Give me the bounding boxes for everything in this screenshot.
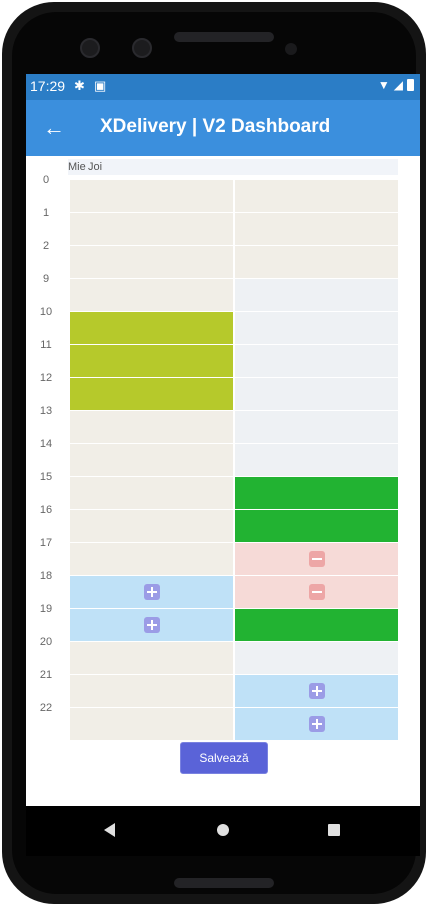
front-camera-secondary [132,38,152,58]
slot-cell-default[interactable] [70,708,233,740]
camera-icon: ▣ [94,78,107,93]
phone-frame: 17:29 ✱ ▣ ▼ ◢ ← XDelivery | V2 Dashboard… [2,2,426,904]
minus-icon[interactable] [308,551,325,567]
slot-cell-default[interactable] [70,213,233,245]
plus-icon[interactable] [308,716,325,732]
home-circle-icon[interactable] [217,824,229,836]
slot-cell-booked[interactable] [235,609,398,641]
slot-cell-empty[interactable] [235,642,398,674]
slot-cell-empty[interactable] [235,378,398,410]
slot-cell-default[interactable] [70,246,233,278]
hour-label: 16 [39,504,53,516]
hour-label: 17 [39,537,53,549]
hour-label: 0 [42,174,50,186]
recents-square-icon[interactable] [328,824,340,836]
slot-cell-booked[interactable] [235,477,398,509]
hour-label: 21 [39,669,53,681]
slot-cell-selected[interactable] [70,312,233,344]
slot-cell-selected[interactable] [70,345,233,377]
status-bar: 17:29 ✱ ▣ ▼ ◢ [26,74,420,100]
minus-icon[interactable] [308,584,325,600]
slot-cell-empty[interactable] [235,279,398,311]
slot-cell-default[interactable] [70,444,233,476]
hour-label: 15 [39,471,53,483]
slot-cell-default[interactable] [235,246,398,278]
slot-cell-default[interactable] [70,180,233,212]
day-header-row: Mie Joi [68,159,398,175]
hour-label: 22 [39,702,53,714]
plus-icon[interactable] [143,617,160,633]
slot-cell-empty[interactable] [235,444,398,476]
slot-cell-default[interactable] [70,675,233,707]
slot-cell-empty[interactable] [235,345,398,377]
slot-cell-add[interactable] [235,675,398,707]
app-title: XDelivery | V2 Dashboard [100,116,331,137]
hour-label: 12 [39,372,53,384]
slot-cell-default[interactable] [235,213,398,245]
plus-icon[interactable] [143,584,160,600]
hour-label: 1 [42,207,50,219]
save-button[interactable]: Salvează [180,742,268,774]
hour-label: 10 [39,306,53,318]
slot-cell-default[interactable] [70,642,233,674]
hour-label: 11 [40,339,52,351]
slot-cell-default[interactable] [70,279,233,311]
slot-cell-default[interactable] [70,510,233,542]
slot-cell-default[interactable] [70,477,233,509]
slot-cell-add[interactable] [70,609,233,641]
day-header-joi: Joi [88,161,103,173]
slot-cell-default[interactable] [70,411,233,443]
earpiece-speaker [174,32,274,42]
app-bar: ← XDelivery | V2 Dashboard [26,100,420,156]
slot-cell-remove[interactable] [235,576,398,608]
hour-label: 19 [39,603,53,615]
slot-cell-booked[interactable] [235,510,398,542]
day-header-mie: Mie [68,161,86,173]
slot-cell-add[interactable] [70,576,233,608]
screen: 17:29 ✱ ▣ ▼ ◢ ← XDelivery | V2 Dashboard… [26,74,420,856]
wifi-icon: ▼ [377,78,390,92]
slot-cell-default[interactable] [70,543,233,575]
hour-label: 2 [42,240,50,252]
battery-icon [407,79,414,91]
hour-label: 18 [39,570,53,582]
slot-cell-selected[interactable] [70,378,233,410]
plus-icon[interactable] [308,683,325,699]
gear-icon: ✱ [74,78,85,93]
back-triangle-icon[interactable] [104,823,115,837]
proximity-sensor [285,43,297,55]
signal-icon: ◢ [393,78,403,92]
hour-label: 13 [39,405,53,417]
status-right-icons: ▼ ◢ [378,78,414,92]
arrow-back-icon[interactable]: ← [38,112,70,144]
front-camera [80,38,100,58]
navigation-bar [26,806,420,856]
slot-cell-default[interactable] [235,180,398,212]
slot-cell-empty[interactable] [235,312,398,344]
slot-cell-add[interactable] [235,708,398,740]
bottom-speaker [174,878,274,888]
hour-label: 20 [39,636,53,648]
hour-label: 14 [39,438,53,450]
slot-cell-remove[interactable] [235,543,398,575]
status-time: 17:29 [30,78,66,94]
slot-cell-empty[interactable] [235,411,398,443]
hour-label: 9 [42,273,50,285]
